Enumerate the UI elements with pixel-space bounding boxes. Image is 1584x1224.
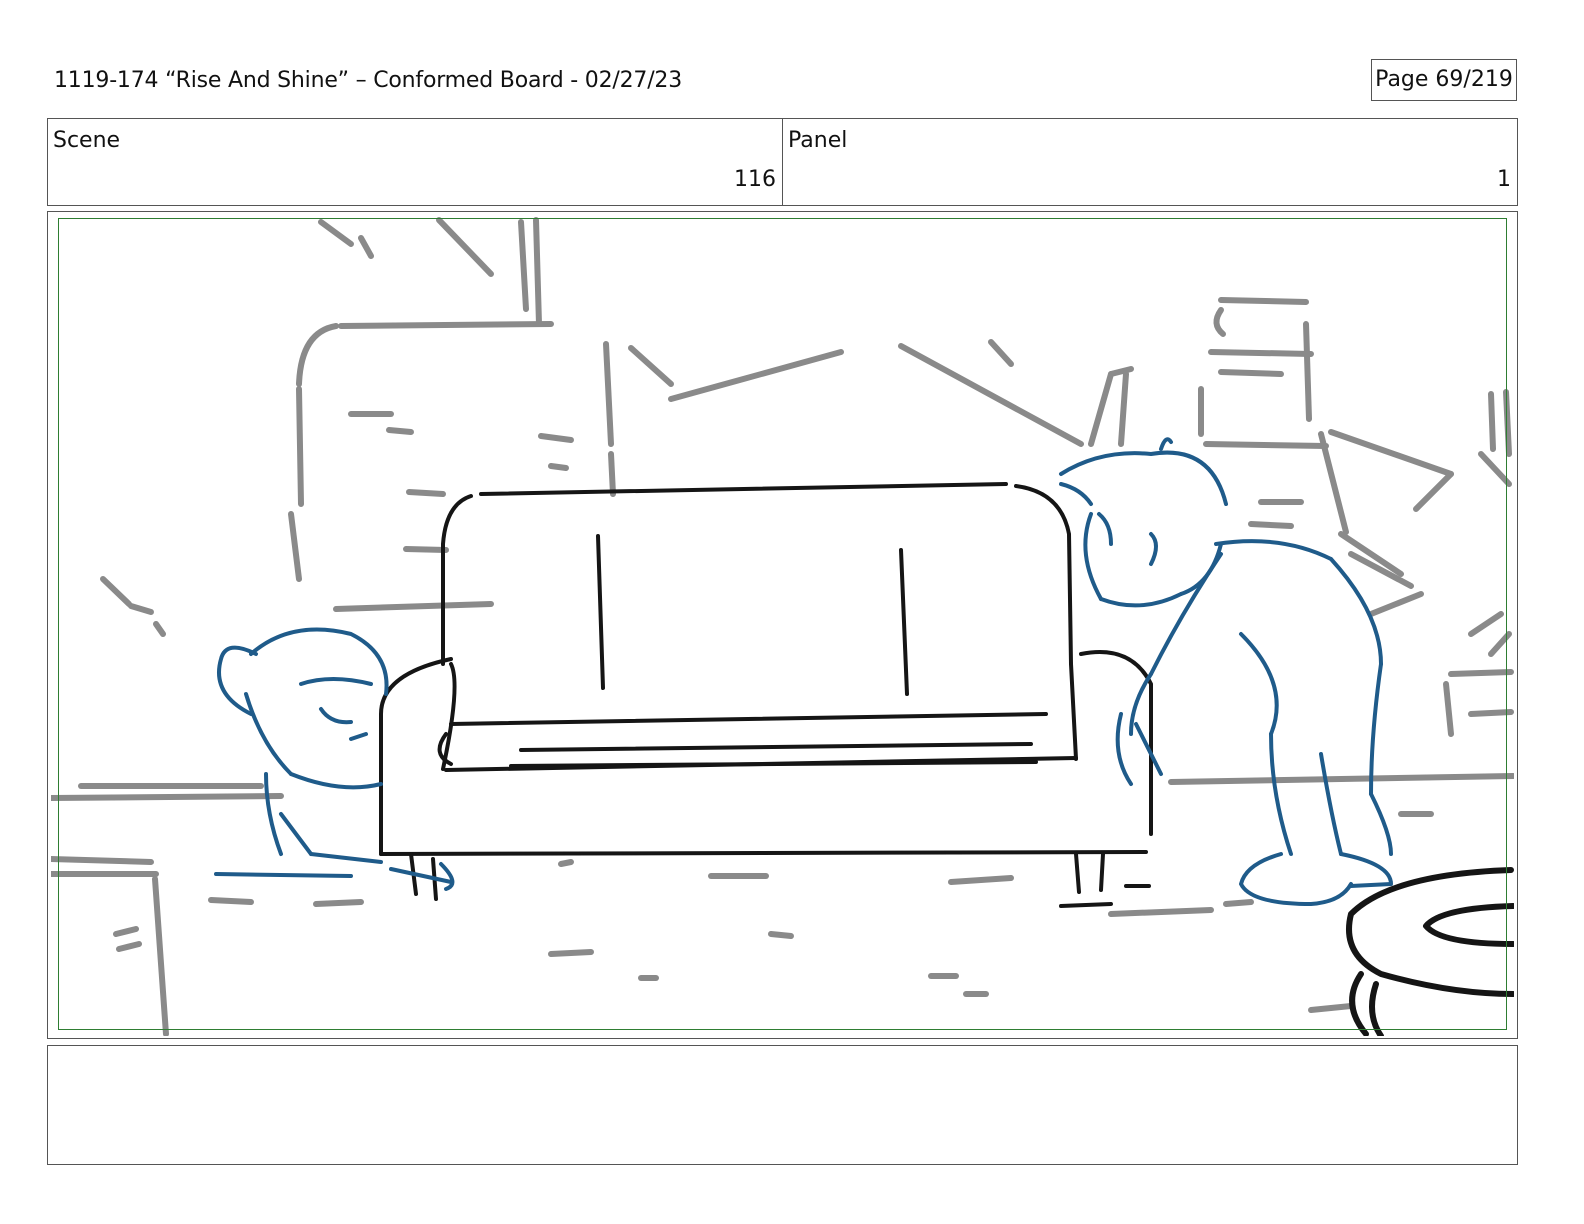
scene-cell: Scene 116	[48, 119, 782, 205]
panel-number: 1	[1497, 167, 1511, 192]
panel-cell: Panel 1	[782, 119, 1517, 205]
scene-panel-info: Scene 116 Panel 1	[47, 118, 1518, 206]
panel-label: Panel	[788, 128, 848, 153]
page-indicator: Page 69/219	[1371, 59, 1517, 101]
scene-number: 116	[734, 167, 776, 192]
scene-label: Scene	[53, 128, 121, 153]
panel-notes-box[interactable]	[47, 1045, 1518, 1165]
safe-area-frame	[58, 218, 1507, 1030]
board-title: 1119-174 “Rise And Shine” – Conformed Bo…	[54, 68, 682, 93]
